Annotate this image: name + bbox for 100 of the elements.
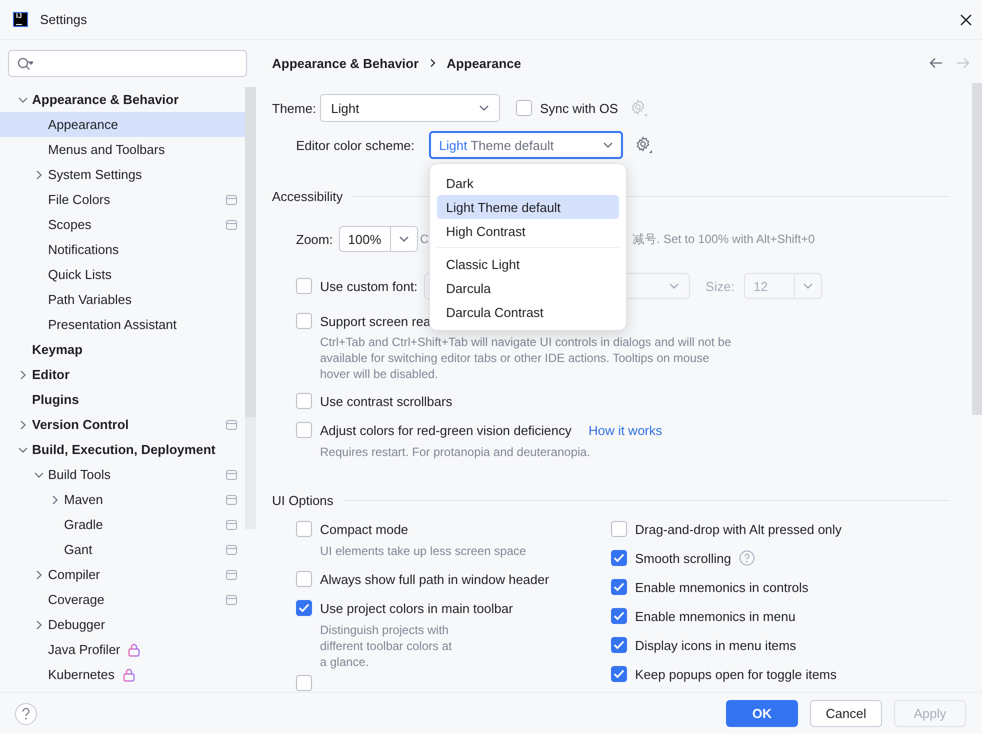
- checkbox[interactable]: [296, 521, 312, 537]
- search-icon: [17, 56, 33, 70]
- description-text: Ctrl+Tab and Ctrl+Shift+Tab will navigate UI controls in dialogs and will not be available for switching editor tabs or other IDE actions. Tooltips on mouse hover will be disabled.: [319, 334, 732, 382]
- tree-item[interactable]: Notifications: [0, 237, 245, 262]
- close-icon[interactable]: [960, 14, 972, 26]
- tree-item[interactable]: Kubernetes: [0, 662, 245, 687]
- window-icon: [226, 494, 237, 504]
- description-text: Requires restart. For protanopia and deuteranopia.: [319, 444, 592, 460]
- window-icon: [226, 470, 237, 480]
- checkbox[interactable]: [611, 550, 627, 566]
- tree-item[interactable]: Build Tools: [0, 462, 245, 487]
- tree-item[interactable]: Keymap: [0, 337, 245, 362]
- checkbox-label: Display icons in menu items: [635, 638, 796, 652]
- checkbox-label: Use contrast scrollbars: [320, 394, 452, 408]
- checkbox[interactable]: [296, 675, 312, 691]
- menu-item[interactable]: Classic Light: [437, 252, 619, 276]
- checkbox[interactable]: [296, 422, 312, 438]
- checkbox[interactable]: [611, 579, 627, 595]
- chevron-right-icon[interactable]: [50, 494, 60, 504]
- checkbox[interactable]: [296, 571, 312, 587]
- checkbox[interactable]: [516, 100, 532, 116]
- tree-item[interactable]: Maven: [0, 487, 245, 512]
- breadcrumb-link[interactable]: Appearance & Behavior: [272, 56, 419, 70]
- tree-item[interactable]: Presentation Assistant: [0, 312, 245, 337]
- checkbox[interactable]: [296, 278, 312, 294]
- hint-text: 减号. Set to 100% with Alt+Shift+0: [632, 230, 815, 248]
- tree-item[interactable]: Build, Execution, Deployment: [0, 437, 245, 462]
- checkbox[interactable]: [296, 393, 312, 409]
- checkbox-label: Use project colors in main toolbar: [320, 600, 513, 616]
- checkbox-label: Keep popups open for toggle items: [635, 666, 837, 682]
- checkbox[interactable]: [296, 600, 312, 616]
- scrollbar[interactable]: [972, 83, 982, 415]
- checkbox-label: Enable mnemonics in menu: [635, 608, 796, 624]
- cancel-button[interactable]: Cancel: [810, 700, 882, 727]
- gear-icon[interactable]: [635, 136, 653, 154]
- tree-item[interactable]: Scopes: [0, 212, 245, 237]
- menu-item[interactable]: Darcula: [437, 276, 619, 300]
- checkbox[interactable]: [611, 666, 627, 682]
- search-field[interactable]: [8, 50, 247, 77]
- description-text: UI elements take up less screen space: [319, 543, 528, 559]
- breadcrumb-link[interactable]: Appearance: [446, 56, 522, 70]
- tree-item[interactable]: Plugins: [0, 387, 245, 412]
- hint-text: C: [420, 232, 429, 246]
- chevron-right-icon: [428, 59, 437, 67]
- chevron-right-icon[interactable]: [34, 570, 44, 580]
- chevron-down-icon: [399, 235, 409, 243]
- chevron-down-icon[interactable]: [18, 94, 28, 104]
- tree-item[interactable]: Gradle: [0, 512, 245, 537]
- window-icon: [226, 420, 237, 430]
- chevron-right-icon[interactable]: [34, 170, 44, 180]
- question-mark-icon: [21, 708, 31, 720]
- tree-item[interactable]: Gant: [0, 537, 245, 562]
- window-icon: [226, 594, 237, 604]
- checkbox-label: Sync with OS: [540, 100, 618, 116]
- checkbox[interactable]: [611, 608, 627, 624]
- chevron-down-icon[interactable]: [34, 470, 44, 480]
- chevron-right-icon[interactable]: [18, 420, 28, 430]
- checkbox[interactable]: [611, 637, 627, 653]
- scrollbar[interactable]: [245, 87, 256, 529]
- menu-item[interactable]: Dark: [437, 171, 619, 195]
- menu-item[interactable]: Darcula Contrast: [437, 300, 619, 324]
- tree-item[interactable]: System Settings: [0, 162, 245, 187]
- window-icon: [226, 220, 237, 230]
- checkbox-label: Compact mode: [320, 522, 408, 536]
- chevron-down-icon: [668, 282, 679, 290]
- chevron-right-icon[interactable]: [34, 620, 44, 630]
- checkbox-label: Always show full path in window header: [320, 572, 550, 586]
- tree-item[interactable]: Path Variables: [0, 287, 245, 312]
- ok-button[interactable]: OK: [726, 700, 798, 727]
- menu-item[interactable]: Light Theme default: [437, 195, 619, 219]
- tree-item[interactable]: Compiler: [0, 562, 245, 587]
- tree-item[interactable]: Menus and Toolbars: [0, 137, 245, 162]
- chevron-down-icon[interactable]: [18, 444, 28, 454]
- tree-item[interactable]: Debugger: [0, 612, 245, 637]
- theme-dropdown[interactable]: Light: [320, 94, 500, 122]
- chevron-down-icon: [803, 282, 814, 290]
- tree-item[interactable]: Appearance: [0, 112, 245, 137]
- field-label: Theme:: [272, 100, 318, 116]
- zoom-dropdown[interactable]: 100%: [339, 226, 418, 252]
- window-title: Settings: [40, 12, 87, 27]
- chevron-down-icon: [479, 104, 489, 112]
- tree-item[interactable]: Editor: [0, 362, 245, 387]
- checkbox[interactable]: [611, 521, 627, 537]
- tree-item[interactable]: File Colors: [0, 187, 245, 212]
- tree-item[interactable]: Appearance & Behavior: [0, 87, 245, 112]
- menu-item[interactable]: High Contrast: [437, 219, 619, 243]
- lock-icon: [122, 668, 134, 682]
- tree-item[interactable]: Version Control: [0, 412, 245, 437]
- checkbox-label: Enable mnemonics in controls: [635, 580, 808, 594]
- tree-item[interactable]: Coverage: [0, 587, 245, 612]
- back-arrow-icon[interactable]: [929, 57, 943, 69]
- help-button[interactable]: [15, 702, 37, 724]
- tree-item[interactable]: Quick Lists: [0, 262, 245, 287]
- field-label: Zoom:: [296, 232, 334, 246]
- color-scheme-dropdown[interactable]: Light Theme default: [429, 131, 623, 159]
- chevron-right-icon[interactable]: [18, 370, 28, 380]
- tree-item[interactable]: Java Profiler: [0, 637, 245, 662]
- link[interactable]: How it works: [588, 422, 662, 438]
- lock-icon: [128, 642, 140, 656]
- checkbox[interactable]: [296, 313, 312, 329]
